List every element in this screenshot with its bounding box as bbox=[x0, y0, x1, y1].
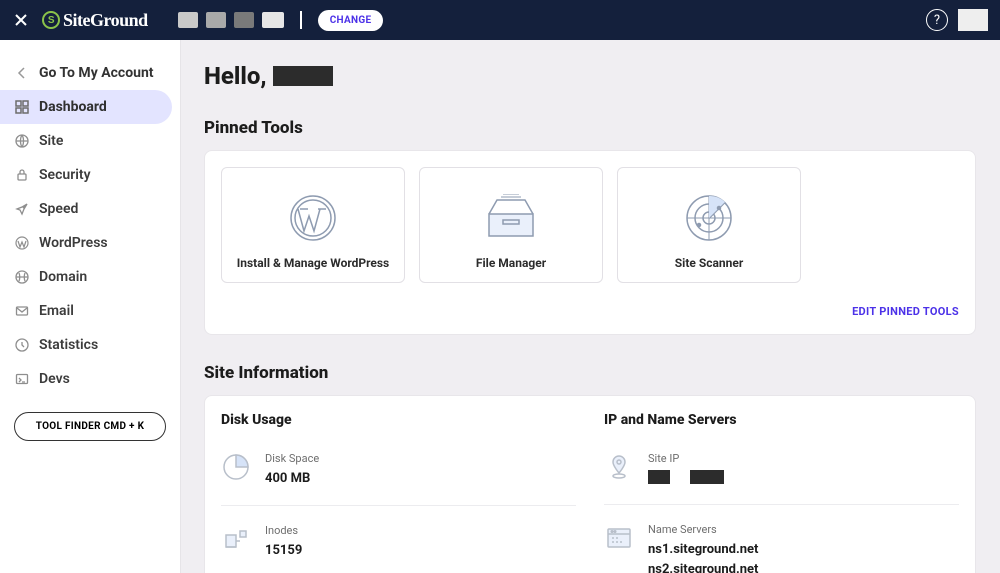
disk-usage-col: Disk Usage Disk Space 400 MB bbox=[221, 412, 576, 573]
sidebar: Go To My Account Dashboard Site Security… bbox=[0, 40, 180, 573]
pinned-tools-heading: Pinned Tools bbox=[204, 118, 976, 138]
browser-icon bbox=[604, 523, 634, 553]
pinned-tool-label: File Manager bbox=[476, 256, 546, 270]
sidebar-item-label: Statistics bbox=[39, 337, 98, 353]
sidebar-item-label: Site bbox=[39, 133, 63, 149]
wordpress-icon bbox=[14, 235, 30, 251]
user-name-redacted bbox=[273, 66, 333, 86]
sidebar-item-statistics[interactable]: Statistics bbox=[0, 328, 172, 362]
avatar[interactable] bbox=[958, 9, 988, 31]
pinned-tool-file-manager[interactable]: File Manager bbox=[419, 167, 603, 283]
sidebar-back-label: Go To My Account bbox=[39, 65, 154, 81]
wordpress-large-icon bbox=[288, 180, 338, 256]
pinned-tool-label: Site Scanner bbox=[675, 256, 743, 270]
site-ip-row: Site IP bbox=[604, 446, 959, 505]
sidebar-item-label: Speed bbox=[39, 201, 78, 217]
site-info-heading: Site Information bbox=[204, 363, 976, 383]
site-info-panel: Disk Usage Disk Space 400 MB bbox=[204, 395, 976, 573]
sidebar-item-speed[interactable]: Speed bbox=[0, 192, 172, 226]
inodes-icon bbox=[221, 524, 251, 554]
go-to-account-link[interactable]: Go To My Account bbox=[0, 56, 172, 90]
sidebar-item-label: Domain bbox=[39, 269, 87, 285]
inodes-label: Inodes bbox=[265, 524, 576, 537]
disk-space-label: Disk Space bbox=[265, 452, 576, 465]
site-selector: CHANGE bbox=[178, 10, 384, 31]
sidebar-item-label: WordPress bbox=[39, 235, 108, 251]
globe-icon bbox=[14, 133, 30, 149]
sidebar-item-domain[interactable]: Domain bbox=[0, 260, 172, 294]
pinned-tools-panel: Install & Manage WordPress File Manager … bbox=[204, 150, 976, 335]
help-icon[interactable]: ? bbox=[926, 9, 948, 31]
terminal-icon bbox=[14, 371, 30, 387]
pinned-tool-wordpress[interactable]: Install & Manage WordPress bbox=[221, 167, 405, 283]
sidebar-item-devs[interactable]: Devs bbox=[0, 362, 172, 396]
pie-icon bbox=[221, 452, 251, 482]
top-bar: SSiteGround CHANGE ? bbox=[0, 0, 1000, 40]
sidebar-item-dashboard[interactable]: Dashboard bbox=[0, 90, 172, 124]
inodes-row: Inodes 15159 bbox=[221, 518, 576, 573]
name-server-2: ns2.siteground.net bbox=[648, 560, 959, 573]
sidebar-item-security[interactable]: Security bbox=[0, 158, 172, 192]
arrow-left-icon bbox=[14, 65, 30, 81]
main-content: Hello, Pinned Tools Install & Manage Wor… bbox=[180, 40, 1000, 573]
name-servers-label: Name Servers bbox=[648, 523, 959, 536]
radar-icon bbox=[681, 180, 737, 256]
disk-space-value: 400 MB bbox=[265, 469, 576, 489]
pinned-tool-label: Install & Manage WordPress bbox=[237, 256, 389, 270]
clock-icon bbox=[14, 337, 30, 353]
disk-space-row: Disk Space 400 MB bbox=[221, 446, 576, 506]
mail-icon bbox=[14, 303, 30, 319]
grid-icon bbox=[14, 99, 30, 115]
ip-ns-col: IP and Name Servers Site IP bbox=[604, 412, 959, 573]
sidebar-item-label: Security bbox=[39, 167, 91, 183]
site-ip-label: Site IP bbox=[648, 452, 959, 465]
rocket-icon bbox=[14, 201, 30, 217]
sidebar-item-wordpress[interactable]: WordPress bbox=[0, 226, 172, 260]
sidebar-item-email[interactable]: Email bbox=[0, 294, 172, 328]
edit-pinned-tools-link[interactable]: EDIT PINNED TOOLS bbox=[221, 305, 959, 318]
file-drawer-icon bbox=[483, 180, 539, 256]
brand-logo: SSiteGround bbox=[42, 10, 148, 31]
name-server-1: ns1.siteground.net bbox=[648, 540, 959, 560]
ip-ns-title: IP and Name Servers bbox=[604, 412, 959, 428]
inodes-value: 15159 bbox=[265, 541, 576, 561]
disk-usage-title: Disk Usage bbox=[221, 412, 576, 428]
close-icon[interactable] bbox=[12, 11, 30, 29]
world-icon bbox=[14, 269, 30, 285]
location-icon bbox=[604, 452, 634, 482]
sidebar-item-label: Dashboard bbox=[39, 99, 107, 115]
sidebar-item-label: Devs bbox=[39, 371, 70, 387]
change-site-button[interactable]: CHANGE bbox=[318, 10, 384, 31]
sidebar-item-label: Email bbox=[39, 303, 74, 319]
site-ip-value bbox=[648, 470, 724, 484]
sidebar-item-site[interactable]: Site bbox=[0, 124, 172, 158]
lock-icon bbox=[14, 167, 30, 183]
name-servers-row: Name Servers ns1.siteground.net ns2.site… bbox=[604, 517, 959, 573]
tool-finder-button[interactable]: TOOL FINDER CMD + K bbox=[14, 412, 166, 441]
pinned-tool-site-scanner[interactable]: Site Scanner bbox=[617, 167, 801, 283]
greeting: Hello, bbox=[204, 62, 976, 90]
